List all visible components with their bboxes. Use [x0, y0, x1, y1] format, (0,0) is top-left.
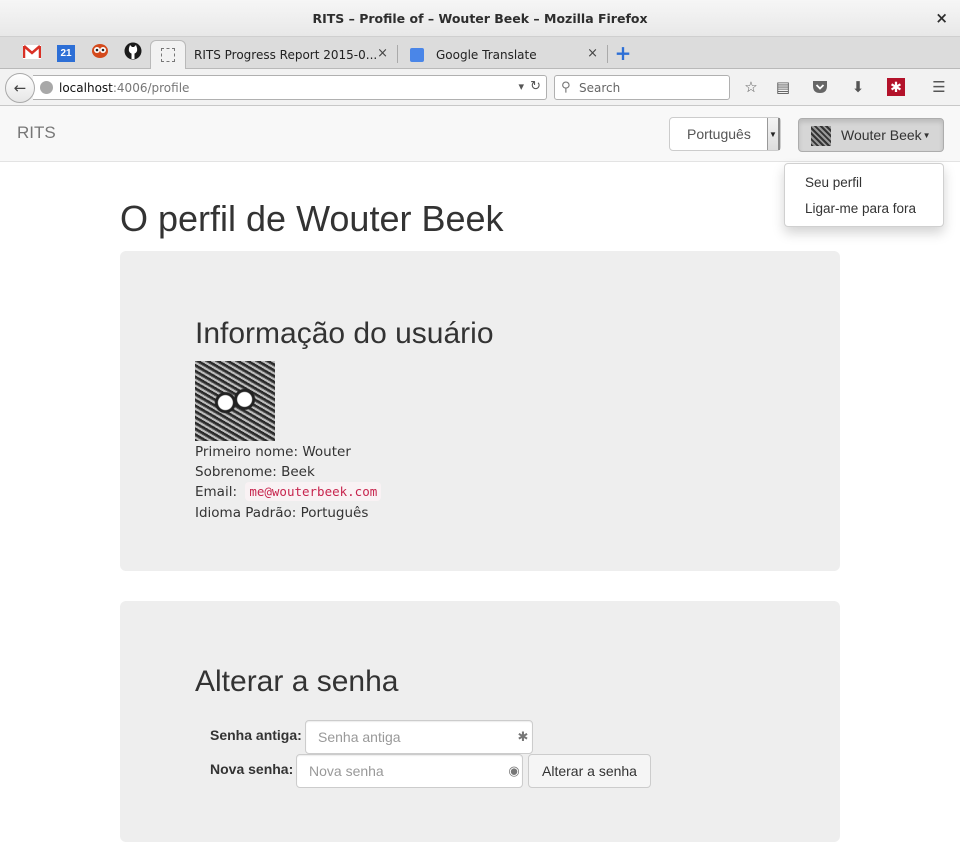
tab-separator [397, 45, 398, 63]
tab-label: RITS Progress Report 2015-0... [194, 47, 378, 62]
change-password-button[interactable]: Alterar a senha [528, 754, 651, 788]
owl-icon [91, 43, 109, 63]
password-manager-icon[interactable]: ✱ [516, 730, 530, 745]
pinned-tab-github[interactable] [122, 42, 144, 64]
user-info-panel: Informação do usuário Primeiro nome: Wou… [120, 251, 840, 571]
pinned-tab-gmail[interactable] [21, 43, 43, 63]
page-title: O perfil de Wouter Beek [120, 198, 504, 239]
first-name-label: Primeiro nome: [195, 444, 299, 460]
back-button[interactable]: ← [5, 73, 35, 103]
chevron-down-icon[interactable]: ▾ [518, 80, 524, 93]
user-dropdown-menu: Seu perfil Ligar-me para fora [784, 163, 944, 227]
blank-page-icon [161, 48, 175, 62]
window-title: RITS – Profile of – Wouter Beek – Mozill… [312, 10, 648, 26]
hamburger-menu-icon[interactable]: ☰ [929, 77, 949, 97]
reload-icon[interactable]: ↻ [530, 79, 541, 94]
reading-list-icon[interactable]: ▤ [773, 77, 793, 97]
browser-navbar: localhost :4006/profile ▾ ↻ ← ⚲ Search ☆… [0, 69, 960, 106]
email-line: Email: me@wouterbeek.com [195, 482, 382, 501]
bookmark-star-icon[interactable]: ☆ [741, 77, 761, 97]
avatar [811, 126, 831, 146]
tab-current-profile[interactable] [150, 40, 186, 69]
language-select[interactable]: Português ▼ [669, 117, 781, 151]
user-name: Wouter Beek [841, 127, 922, 143]
new-tab-button[interactable]: + [612, 41, 634, 65]
gmail-icon [22, 44, 42, 63]
github-icon [124, 42, 142, 64]
last-name-value: Beek [281, 464, 315, 480]
tab-label: Google Translate [436, 47, 537, 62]
url-host: localhost [59, 80, 113, 95]
tab-google-translate[interactable]: Google Translate × [400, 40, 606, 69]
back-arrow-icon: ← [13, 79, 27, 97]
pinned-tab-calendar[interactable]: 21 [55, 43, 77, 63]
first-name-value: Wouter [302, 444, 351, 460]
user-menu-button[interactable]: Wouter Beek ▼ [798, 118, 944, 152]
search-icon: ⚲ [561, 80, 571, 95]
window-titlebar: RITS – Profile of – Wouter Beek – Mozill… [0, 0, 960, 37]
tab-strip: 21 RITS Progress Report 2015-0... × Goog… [0, 37, 960, 69]
language-select-value: Português [687, 126, 751, 142]
email-label: Email: [195, 484, 238, 500]
svg-text:✱: ✱ [890, 80, 902, 96]
new-password-field[interactable] [296, 754, 523, 788]
menu-item-logout[interactable]: Ligar-me para fora [785, 198, 943, 224]
change-password-heading: Alterar a senha [195, 665, 399, 698]
lastpass-icon[interactable]: ✱ [886, 77, 906, 97]
pinned-tab-owl[interactable] [89, 43, 111, 63]
menu-item-profile[interactable]: Seu perfil [785, 172, 943, 198]
last-name-line: Sobrenome: Beek [195, 464, 315, 480]
new-password-label: Nova senha: [210, 761, 294, 777]
caret-down-icon: ▼ [922, 130, 931, 140]
pocket-icon[interactable] [810, 77, 830, 97]
tab-rits-progress-report[interactable]: RITS Progress Report 2015-0... × [184, 40, 396, 69]
avatar [195, 361, 275, 441]
language-label: Idioma Padrão: [195, 505, 297, 521]
password-generator-icon[interactable]: ◉ [507, 764, 521, 779]
brand-logo[interactable]: RITS [17, 123, 56, 143]
search-input[interactable]: ⚲ Search [554, 75, 730, 100]
tab-close-button[interactable]: × [587, 46, 598, 61]
language-value: Português [300, 505, 369, 521]
calendar-icon: 21 [57, 44, 75, 62]
old-password-label: Senha antiga: [210, 727, 302, 743]
google-translate-icon [410, 47, 424, 62]
tab-close-button[interactable]: × [377, 46, 388, 61]
download-icon[interactable]: ⬇ [848, 77, 868, 97]
change-password-panel: Alterar a senha Senha antiga: ✱ Nova sen… [120, 601, 840, 842]
url-path: :4006/profile [112, 80, 190, 95]
tab-separator [607, 45, 608, 63]
user-info-heading: Informação do usuário [195, 317, 494, 350]
language-line: Idioma Padrão: Português [195, 505, 368, 521]
last-name-label: Sobrenome: [195, 464, 277, 480]
email-value: me@wouterbeek.com [245, 482, 382, 501]
app-navbar: RITS Português ▼ Wouter Beek ▼ [0, 106, 960, 162]
search-placeholder: Search [579, 80, 621, 95]
first-name-line: Primeiro nome: Wouter [195, 444, 351, 460]
window-close-button[interactable]: × [935, 9, 948, 27]
old-password-field[interactable] [305, 720, 533, 754]
caret-down-icon[interactable]: ▼ [767, 118, 780, 150]
globe-icon [40, 81, 53, 94]
url-bar[interactable]: localhost :4006/profile ▾ ↻ [33, 75, 547, 100]
